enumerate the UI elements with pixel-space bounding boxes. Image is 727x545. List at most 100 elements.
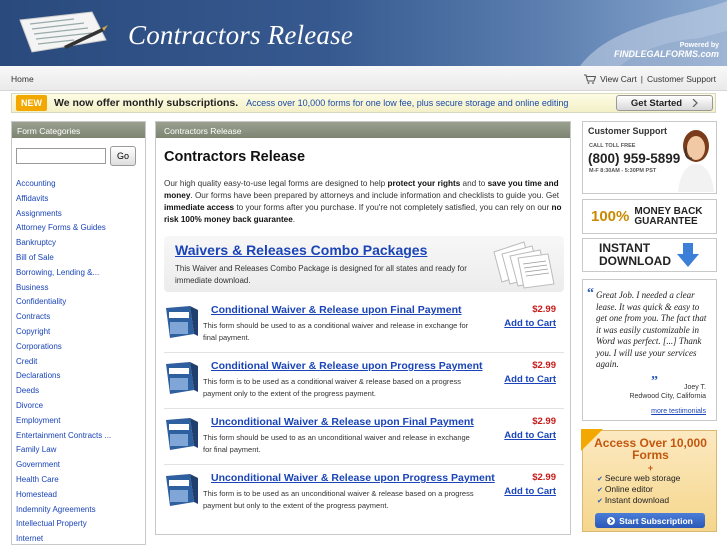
product-box-icon[interactable] <box>164 360 200 396</box>
access-title: Access Over 10,000 Forms <box>594 436 707 462</box>
download-arrow-icon <box>677 243 699 267</box>
findlegalforms-logo[interactable]: FINDLEGALFORMS.com <box>614 49 719 59</box>
product-box-icon[interactable] <box>164 304 200 340</box>
product-title-link[interactable]: Conditional Waiver & Release upon Final … <box>211 304 462 316</box>
category-link[interactable]: Business <box>16 283 111 298</box>
category-link[interactable]: Divorce <box>16 401 111 416</box>
category-link[interactable]: Assignments <box>16 209 111 224</box>
instant-download-badge: INSTANT DOWNLOAD <box>582 238 717 272</box>
category-link[interactable]: Employment <box>16 416 111 431</box>
search-input[interactable] <box>16 148 106 164</box>
product-title-link[interactable]: Conditional Waiver & Release upon Progre… <box>211 360 483 372</box>
category-link[interactable]: Affidavits <box>16 194 111 209</box>
combo-package-link[interactable]: Waivers & Releases Combo Packages <box>175 242 427 258</box>
category-link[interactable]: Family Law <box>16 445 111 460</box>
new-badge: NEW <box>16 95 47 111</box>
promo-subtext[interactable]: Access over 10,000 forms for one low fee… <box>246 98 568 108</box>
instant-download-text: INSTANT DOWNLOAD <box>599 241 671 268</box>
product-description: This form is to be used as a conditional… <box>203 377 462 398</box>
nav-right: View Cart | Customer Support <box>584 74 716 84</box>
subscription-features: Secure web storageOnline editorInstant d… <box>597 473 681 506</box>
customer-support-link[interactable]: Customer Support <box>647 74 716 84</box>
view-cart-link[interactable]: View Cart <box>600 74 637 84</box>
start-subscription-label: Start Subscription <box>619 515 693 526</box>
testimonial-location: Redwood City, California <box>629 393 706 400</box>
product-divider <box>164 408 564 409</box>
nav-separator: | <box>640 74 644 84</box>
product-price: $2.99 <box>532 416 556 427</box>
product-item: Conditional Waiver & Release upon Progre… <box>164 360 564 410</box>
category-search: Go <box>16 146 136 166</box>
access-plus: + <box>647 463 654 473</box>
arrow-right-icon <box>607 516 616 525</box>
category-link[interactable]: Accounting <box>16 179 111 194</box>
home-link[interactable]: Home <box>11 74 34 84</box>
subscription-feature: Online editor <box>597 484 680 495</box>
category-link[interactable]: Borrowing, Lending &... <box>16 268 111 283</box>
category-link[interactable]: Confidentiality <box>16 297 111 312</box>
testimonial-author: Joey T. <box>683 384 706 391</box>
category-link[interactable]: Declarations <box>16 371 111 386</box>
testimonial-box: “ Great Job. I needed a clear lease. It … <box>582 279 717 421</box>
category-link[interactable]: Copyright <box>16 327 111 342</box>
start-subscription-button[interactable]: Start Subscription <box>595 513 705 528</box>
product-price: $2.99 <box>532 472 556 483</box>
promo-message: We now offer monthly subscriptions. <box>54 97 239 109</box>
category-link[interactable]: Bankruptcy <box>16 238 111 253</box>
combo-package-description: This Waiver and Releases Combo Package i… <box>175 264 467 285</box>
combo-package-box: Waivers & Releases Combo Packages This W… <box>164 236 564 292</box>
form-categories-heading: Form Categories <box>12 122 145 138</box>
get-started-label: Get Started <box>630 97 683 109</box>
product-divider <box>164 464 564 465</box>
category-link[interactable]: Indemnity Agreements <box>16 505 111 520</box>
category-link[interactable]: Homestead <box>16 490 111 505</box>
intro-text: Our high quality easy-to-use legal forms… <box>164 179 562 224</box>
guarantee-percent: 100% <box>591 208 630 225</box>
product-price: $2.99 <box>532 360 556 371</box>
legal-document-logo-icon <box>19 11 108 53</box>
powered-by[interactable]: Powered by FINDLEGALFORMS.com <box>614 42 719 59</box>
add-to-cart-link[interactable]: Add to Cart <box>504 430 556 441</box>
add-to-cart-link[interactable]: Add to Cart <box>504 318 556 329</box>
category-link[interactable]: Attorney Forms & Guides <box>16 223 111 238</box>
close-quote-icon: ” <box>651 374 658 389</box>
support-hours: M-F 8:30AM - 5:30PM PST <box>589 168 657 174</box>
category-link[interactable]: Intellectual Property <box>16 519 111 534</box>
top-nav: Home View Cart | Customer Support <box>0 66 727 91</box>
toll-free-label: CALL TOLL FREE <box>589 143 636 149</box>
site-title: Contractors Release <box>128 20 354 50</box>
breadcrumb: Contractors Release <box>156 122 570 138</box>
product-box-icon[interactable] <box>164 472 200 508</box>
category-link[interactable]: Corporations <box>16 342 111 357</box>
add-to-cart-link[interactable]: Add to Cart <box>504 486 556 497</box>
money-back-guarantee-badge: 100% MONEY BACK GUARANTEE <box>582 199 717 234</box>
add-to-cart-link[interactable]: Add to Cart <box>504 374 556 385</box>
category-link[interactable]: Contracts <box>16 312 111 327</box>
guarantee-text: MONEY BACK GUARANTEE <box>634 205 703 227</box>
category-link[interactable]: Bill of Sale <box>16 253 111 268</box>
category-link[interactable]: Health Care <box>16 475 111 490</box>
product-title-link[interactable]: Unconditional Waiver & Release upon Fina… <box>211 416 474 428</box>
product-item: Unconditional Waiver & Release upon Fina… <box>164 416 564 466</box>
document-stack-icon[interactable] <box>484 238 558 292</box>
subscription-promo-bar: NEW We now offer monthly subscriptions. … <box>11 93 716 113</box>
product-description: This form should be used to as a conditi… <box>203 321 469 342</box>
cart-icon[interactable] <box>584 74 597 84</box>
subscription-feature: Secure web storage <box>597 473 681 484</box>
product-title-link[interactable]: Unconditional Waiver & Release upon Prog… <box>211 472 495 484</box>
more-testimonials-link[interactable]: more testimonials <box>651 408 706 415</box>
category-link[interactable]: Internet <box>16 534 111 545</box>
product-item: Unconditional Waiver & Release upon Prog… <box>164 472 564 522</box>
go-button[interactable]: Go <box>110 146 136 166</box>
category-link[interactable]: Credit <box>16 357 111 372</box>
product-description: This form is to be used as an unconditio… <box>203 489 474 510</box>
open-quote-icon: “ <box>587 286 594 301</box>
category-link[interactable]: Government <box>16 460 111 475</box>
category-link[interactable]: Entertainment Contracts ... <box>16 431 111 446</box>
arrow-right-icon <box>692 99 699 107</box>
customer-support-box[interactable]: Customer Support CALL TOLL FREE (800) 95… <box>582 121 717 194</box>
category-link[interactable]: Deeds <box>16 386 111 401</box>
subscription-ad-box[interactable]: Access Over 10,000 Forms + Secure web st… <box>581 429 717 532</box>
get-started-button[interactable]: Get Started <box>616 95 713 111</box>
product-box-icon[interactable] <box>164 416 200 452</box>
